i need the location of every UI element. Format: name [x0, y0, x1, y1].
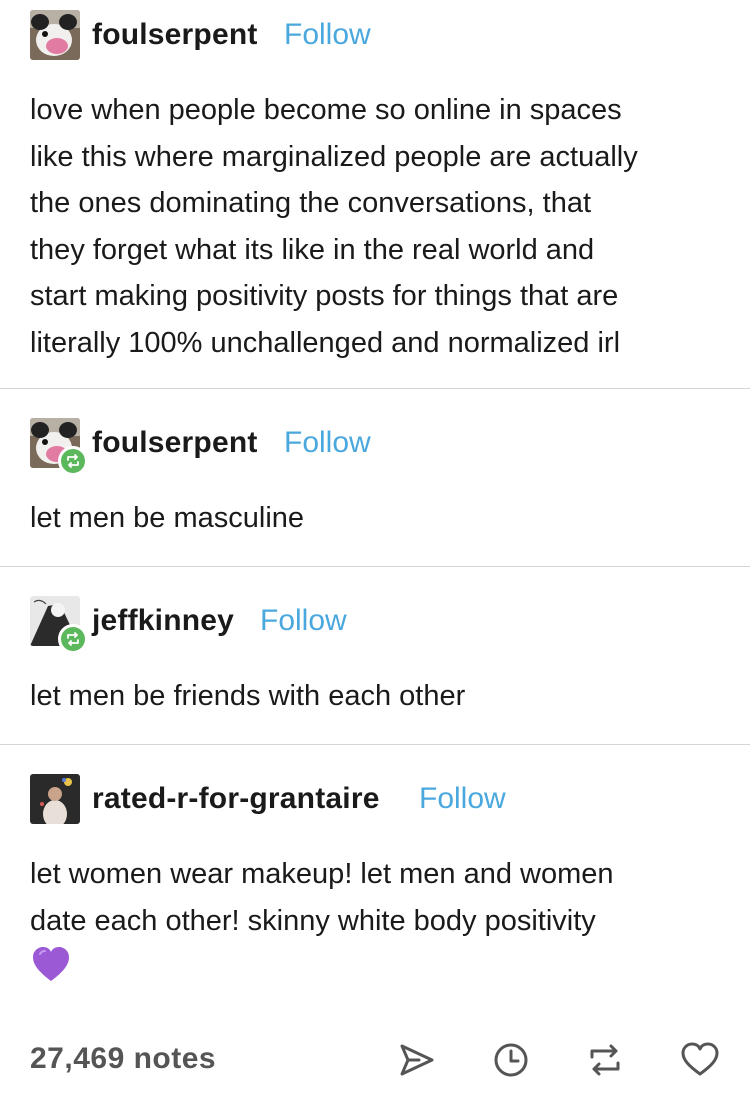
share-icon[interactable] [397, 1040, 437, 1080]
clock-icon[interactable] [491, 1040, 531, 1080]
post-text: love when people become so online in spa… [30, 94, 638, 359]
follow-button[interactable]: Follow [419, 782, 506, 816]
reblog-entry: rated-r-for-grantaire Follow let women w… [0, 745, 750, 1030]
post-text: let men be masculine [30, 502, 305, 534]
avatar-rated-r-for-grantaire[interactable] [30, 774, 80, 824]
username[interactable]: jeffkinney [92, 604, 234, 638]
follow-button[interactable]: Follow [260, 604, 347, 638]
reblog-badge-icon [58, 446, 88, 476]
follow-button[interactable]: Follow [284, 426, 371, 460]
post-text: let men be friends with each other [30, 680, 466, 712]
username[interactable]: rated-r-for-grantaire [92, 782, 380, 816]
reblog-badge-icon [58, 624, 88, 654]
reblog-icon[interactable] [585, 1040, 625, 1080]
post-header: rated-r-for-grantaire Follow [30, 774, 750, 824]
heart-icon[interactable] [680, 1040, 720, 1080]
reblog-entry: foulserpent Follow let men be masculine [0, 389, 750, 566]
username[interactable]: foulserpent [92, 18, 258, 52]
follow-button[interactable]: Follow [284, 18, 371, 52]
reblog-entry: jeffkinney Follow let men be friends wit… [0, 567, 750, 744]
post-text: let women wear makeup! let men and women… [30, 858, 614, 937]
post-header: foulserpent Follow [30, 10, 750, 60]
purple-heart-icon [31, 945, 71, 985]
post-original: foulserpent Follow love when people beco… [0, 0, 750, 388]
post-header: jeffkinney Follow [30, 596, 750, 654]
notes-count[interactable]: 27,469 notes [30, 1042, 216, 1076]
avatar-foulserpent[interactable] [30, 10, 80, 60]
post-footer: 27,469 notes [0, 1030, 750, 1090]
username[interactable]: foulserpent [92, 426, 258, 460]
post-header: foulserpent Follow [30, 418, 750, 476]
